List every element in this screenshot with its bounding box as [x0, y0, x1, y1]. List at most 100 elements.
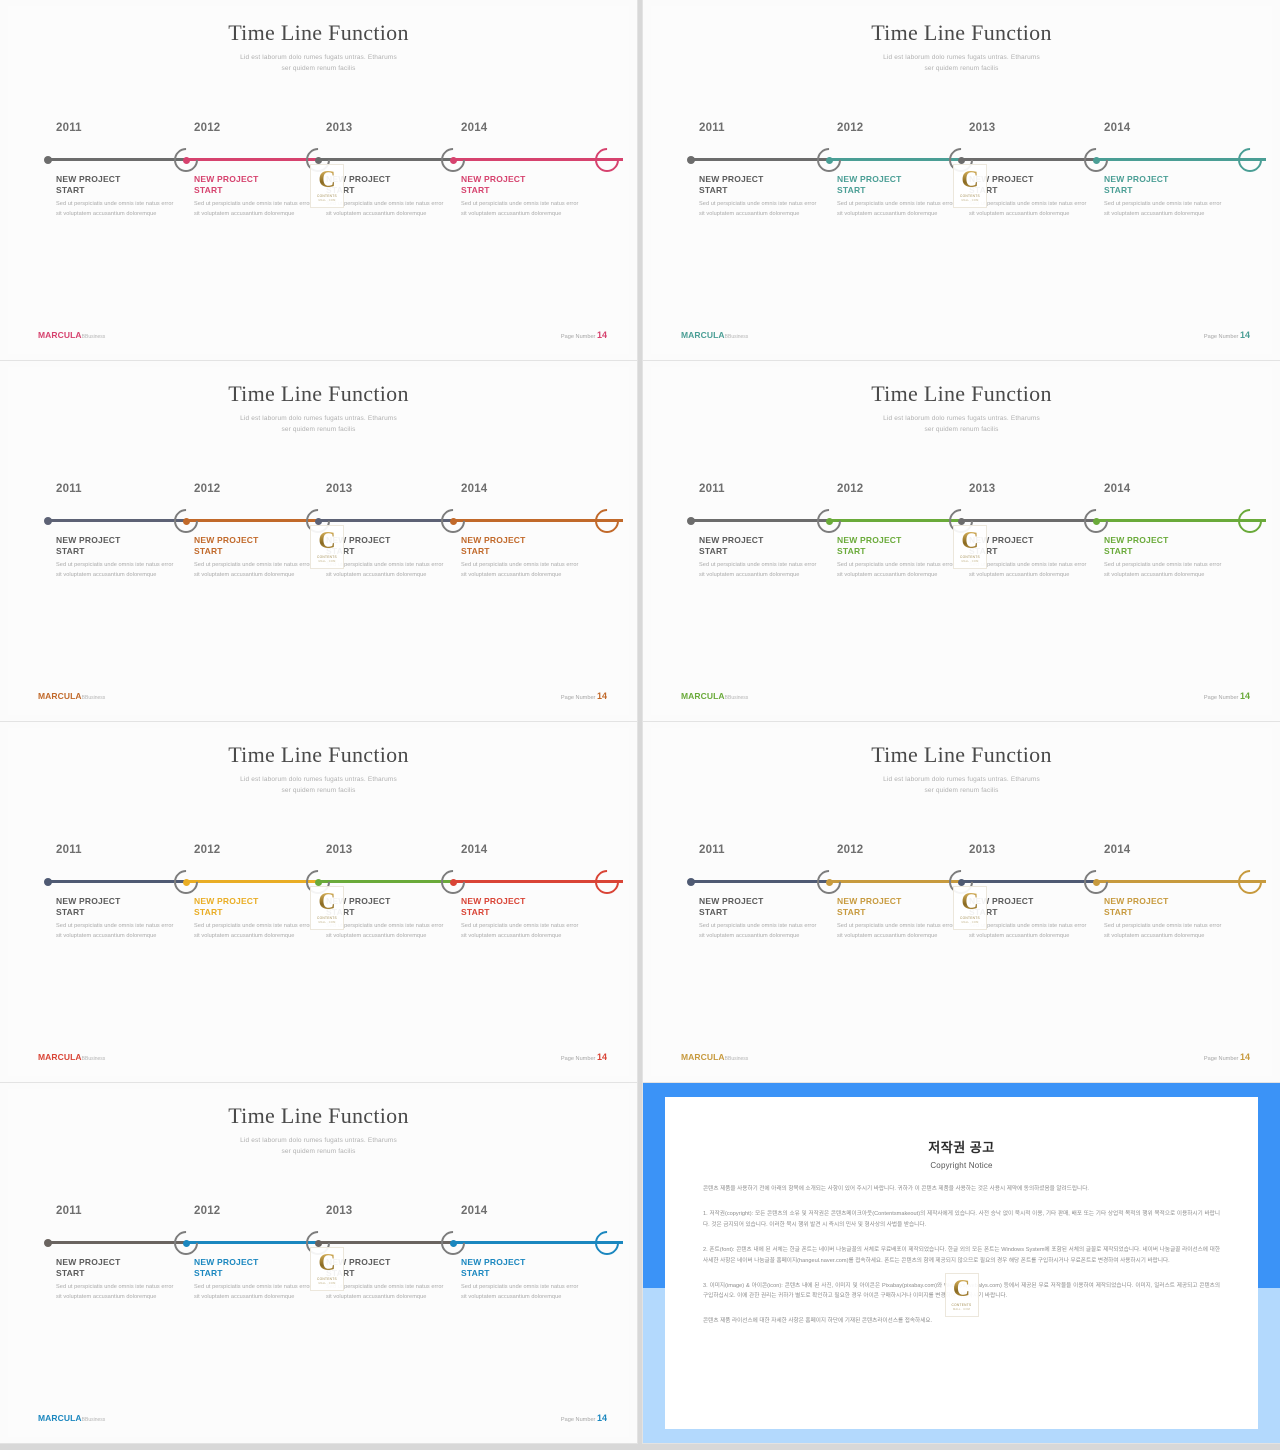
slide-header: Time Line Function Lid est laborum dolo …	[651, 381, 1272, 435]
page-subtitle: Lid est laborum dolo rumes fugats untras…	[240, 1137, 397, 1156]
page-number: Page Number 14	[1203, 330, 1250, 340]
timeline-marker-2014[interactable]	[436, 504, 470, 538]
logo-letter-c-icon: C	[961, 528, 979, 555]
timeline-year-label: 2013	[326, 844, 353, 856]
timeline-marker-2014[interactable]	[436, 865, 470, 899]
timeline-marker-2014[interactable]	[436, 1226, 470, 1260]
timeline-marker-2012[interactable]	[812, 143, 846, 177]
item-title: NEW PROJECT START	[194, 1257, 259, 1279]
slide-canvas: Time Line Function Lid est laborum dolo …	[8, 6, 629, 354]
logo-letter-c-icon: C	[318, 167, 336, 194]
item-body: Sed ut perspiciatis unde omnis iste natu…	[1104, 922, 1222, 939]
timeline-item-2012: NEW PROJECT START Sed ut perspiciatis un…	[837, 896, 955, 941]
slide-header: Time Line Function Lid est laborum dolo …	[8, 20, 629, 74]
marker-dot-icon	[825, 878, 833, 886]
logo-text-secondary: MALL . COM	[318, 198, 336, 202]
marker-dot-icon	[825, 517, 833, 525]
item-body: Sed ut perspiciatis unde omnis iste natu…	[56, 1283, 174, 1300]
brand-sub: BBusiness	[81, 695, 106, 701]
item-body: Sed ut perspiciatis unde omnis iste natu…	[699, 561, 817, 578]
timeline-segment	[961, 519, 1096, 522]
timeline-item-2014: NEW PROJECT START Sed ut perspiciatis un…	[1104, 174, 1222, 219]
timeline-segment	[318, 158, 453, 161]
timeline-marker-2012[interactable]	[812, 865, 846, 899]
marker-dot-icon	[449, 517, 457, 525]
timeline-segment	[691, 158, 829, 161]
item-body: Sed ut perspiciatis unde omnis iste natu…	[194, 922, 312, 939]
page-number: Page Number 14	[560, 691, 607, 701]
timeline-item-2014: NEW PROJECT START Sed ut perspiciatis un…	[461, 174, 579, 219]
slide-grid: Time Line Function Lid est laborum dolo …	[0, 0, 1280, 1443]
slide-canvas: Time Line Function Lid est laborum dolo …	[651, 367, 1272, 715]
timeline-year-label: 2014	[1104, 122, 1131, 134]
timeline-marker-2012[interactable]	[169, 865, 203, 899]
slide-header: Time Line Function Lid est laborum dolo …	[651, 20, 1272, 74]
item-title: NEW PROJECT START	[56, 535, 121, 557]
slide-canvas: Time Line Function Lid est laborum dolo …	[8, 1089, 629, 1437]
item-body: Sed ut perspiciatis unde omnis iste natu…	[699, 922, 817, 939]
timeline-end-cap-icon	[590, 1226, 624, 1260]
timeline-marker-2012[interactable]	[169, 1226, 203, 1260]
page-title: Time Line Function	[228, 381, 409, 406]
page-title: Time Line Function	[228, 742, 409, 767]
item-body: Sed ut perspiciatis unde omnis iste natu…	[1104, 200, 1222, 217]
timeline-marker-2012[interactable]	[169, 504, 203, 538]
end-cap-ring	[1233, 504, 1267, 538]
timeline-year-label: 2014	[461, 483, 488, 495]
logo-text-primary: CONTENTS	[317, 1276, 337, 1281]
slide-footer: MARCULABBusiness Page Number 14	[681, 1050, 1250, 1062]
timeline-item-2011: NEW PROJECT START Sed ut perspiciatis un…	[699, 896, 817, 941]
logo-text-primary: CONTENTS	[960, 193, 980, 198]
timeline-marker-2014[interactable]	[1079, 504, 1113, 538]
item-body: Sed ut perspiciatis unde omnis iste natu…	[194, 1283, 312, 1300]
marker-dot-icon	[314, 878, 322, 886]
timeline-item-2012: NEW PROJECT START Sed ut perspiciatis un…	[837, 535, 955, 580]
timeline-year-label: 2011	[699, 483, 725, 495]
timeline-segment	[318, 519, 453, 522]
marker-dot-icon	[825, 156, 833, 164]
slide-footer: MARCULABBusiness Page Number 14	[681, 689, 1250, 701]
timeline-marker-2012[interactable]	[812, 504, 846, 538]
item-title: NEW PROJECT START	[1104, 896, 1169, 918]
timeline-item-2011: NEW PROJECT START Sed ut perspiciatis un…	[699, 535, 817, 580]
timeline-marker-2014[interactable]	[1079, 865, 1113, 899]
page-title: Time Line Function	[871, 742, 1052, 767]
copyright-paragraph-1: 콘텐츠 제품을 사용하기 전에 아래의 항목에 소개되는 사항이 있어 주시기 …	[703, 1186, 1089, 1192]
logo-text-primary: CONTENTS	[317, 915, 337, 920]
logo-text-primary: CONTENTS	[960, 554, 980, 559]
marker-dot-icon	[314, 517, 322, 525]
page-subtitle: Lid est laborum dolo rumes fugats untras…	[883, 415, 1040, 434]
timeline-item-2012: NEW PROJECT START Sed ut perspiciatis un…	[194, 174, 312, 219]
marker-dot-icon	[314, 156, 322, 164]
item-body: Sed ut perspiciatis unde omnis iste natu…	[837, 922, 955, 939]
timeline-marker-2014[interactable]	[1079, 143, 1113, 177]
timeline-segment	[48, 519, 186, 522]
timeline-item-2011: NEW PROJECT START Sed ut perspiciatis un…	[56, 174, 174, 219]
timeline-marker-2014[interactable]	[436, 143, 470, 177]
timeline-end-cap-icon	[1233, 865, 1267, 899]
timeline-marker-2012[interactable]	[169, 143, 203, 177]
slide-canvas: Time Line Function Lid est laborum dolo …	[8, 367, 629, 715]
slide-header: Time Line Function Lid est laborum dolo …	[8, 1103, 629, 1157]
timeline-year-label: 2013	[326, 1205, 353, 1217]
timeline-end-cap-icon	[590, 865, 624, 899]
timeline-segment	[48, 158, 186, 161]
item-title: NEW PROJECT START	[699, 535, 764, 557]
page-title: Time Line Function	[228, 1103, 409, 1128]
timeline-slide-gold: Time Line Function Lid est laborum dolo …	[643, 722, 1280, 1082]
item-body: Sed ut perspiciatis unde omnis iste natu…	[699, 200, 817, 217]
item-title: NEW PROJECT START	[837, 535, 902, 557]
timeline: 2011 2012 2013 2014 NEW PROJECT START Sed u…	[687, 483, 1267, 621]
item-title: NEW PROJECT START	[56, 1257, 121, 1279]
timeline-axis	[44, 143, 624, 177]
slide-footer: MARCULABBusiness Page Number 14	[681, 328, 1250, 340]
timeline-year-label: 2011	[699, 122, 725, 134]
timeline: 2011 2012 2013 2014 NEW PROJECT START Sed u…	[44, 483, 624, 621]
timeline: 2011 2012 2013 2014 NEW PROJECT START Sed u…	[44, 122, 624, 260]
page-number: Page Number 14	[1203, 691, 1250, 701]
logo-text-secondary: MALL . COM	[961, 559, 979, 563]
item-title: NEW PROJECT START	[194, 535, 259, 557]
item-title: NEW PROJECT START	[837, 896, 902, 918]
logo-letter-c-icon: C	[318, 889, 336, 916]
timeline-year-label: 2012	[194, 1205, 221, 1217]
